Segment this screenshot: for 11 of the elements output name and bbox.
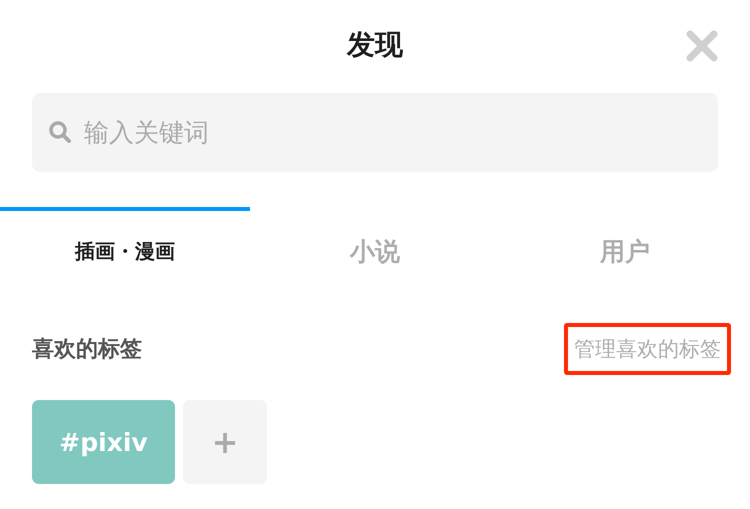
search-icon — [48, 120, 72, 144]
section-heading: 喜欢的标签 — [32, 336, 142, 364]
page-title: 发现 — [347, 27, 403, 63]
tag-chip[interactable]: #pixiv — [32, 400, 175, 484]
tab[interactable]: 小说 — [250, 207, 500, 297]
tab[interactable]: 用户 — [500, 207, 750, 297]
search-field[interactable]: 输入关键词 — [32, 93, 718, 172]
close-button[interactable] — [685, 29, 719, 63]
tab[interactable]: 插画・漫画 — [0, 207, 250, 297]
manage-tags-link[interactable]: 管理喜欢的标签 — [564, 323, 731, 375]
add-tag-button[interactable]: + — [183, 400, 267, 484]
